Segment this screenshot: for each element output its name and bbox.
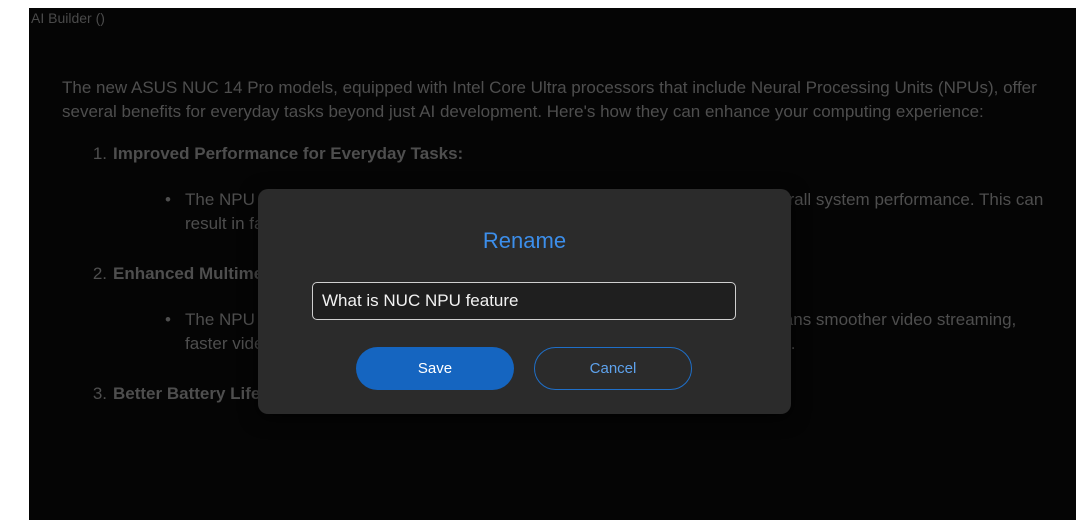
rename-dialog: Rename Save Cancel bbox=[258, 189, 791, 414]
rename-input[interactable] bbox=[312, 282, 736, 320]
save-button[interactable]: Save bbox=[356, 347, 514, 390]
cancel-button[interactable]: Cancel bbox=[534, 347, 692, 390]
dialog-title: Rename bbox=[482, 228, 567, 253]
app-window: AI Builder () The new ASUS NUC 14 Pro mo… bbox=[29, 8, 1076, 520]
